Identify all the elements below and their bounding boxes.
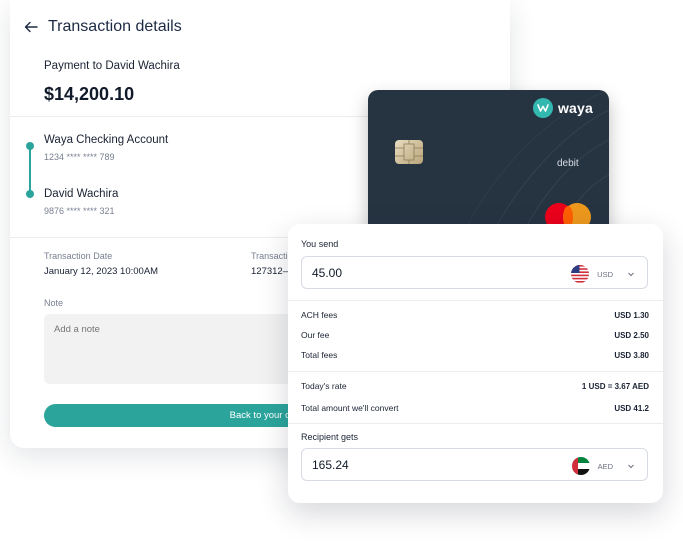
to-account-name: David Wachira — [44, 188, 119, 200]
our-fee-value: USD 2.50 — [614, 331, 649, 340]
uae-flag-icon — [571, 457, 590, 475]
page-title: Transaction details — [48, 18, 182, 35]
from-account-number: 1234 **** **** 789 — [44, 152, 115, 162]
transaction-date-value: January 12, 2023 10:00AM — [44, 266, 159, 277]
total-fees-label: Total fees — [301, 350, 338, 360]
payee-line: Payment to David Wachira — [44, 60, 180, 72]
divider — [288, 371, 663, 372]
note-label: Note — [44, 298, 64, 308]
recipient-gets-label: Recipient gets — [301, 432, 359, 442]
rate-label: Today's rate — [301, 381, 347, 391]
card-chip-icon — [395, 140, 423, 164]
transaction-date-label: Transaction Date — [44, 251, 113, 261]
timeline-dot-from — [26, 142, 34, 150]
to-account-number: 9876 **** **** 321 — [44, 206, 115, 216]
chevron-down-icon — [628, 272, 634, 277]
card-brand: waya — [557, 100, 593, 116]
receive-currency-select[interactable]: AED — [571, 457, 635, 475]
transaction-id-label: Transacti — [251, 251, 288, 261]
from-account-name: Waya Checking Account — [44, 134, 169, 146]
ach-fees-label: ACH fees — [301, 310, 338, 320]
debit-card: waya debit — [368, 90, 609, 243]
send-currency-select[interactable]: USD — [571, 265, 635, 283]
ach-fees-value: USD 1.30 — [614, 311, 649, 320]
send-amount-value: 45.00 — [312, 266, 343, 280]
currency-converter-panel: You send 45.00 USD ACH fees USD 1.30 Our… — [288, 224, 663, 503]
send-currency-code: USD — [597, 269, 613, 279]
timeline-line — [29, 146, 31, 194]
divider — [288, 423, 663, 424]
total-fees-value: USD 3.80 — [614, 351, 649, 360]
you-send-label: You send — [301, 239, 339, 249]
chevron-down-icon — [628, 464, 634, 469]
timeline-dot-to — [26, 190, 34, 198]
transaction-amount: $14,200.10 — [44, 84, 135, 104]
receive-currency-code: AED — [597, 461, 613, 471]
waya-logo-icon — [532, 98, 553, 118]
our-fee-label: Our fee — [301, 330, 330, 340]
receive-amount-field[interactable]: 165.24 AED — [301, 448, 648, 481]
header: Transaction details — [24, 18, 182, 36]
waya-logo: waya — [532, 98, 593, 118]
convert-amount-value: USD 41.2 — [614, 404, 649, 413]
rate-value: 1 USD = 3.67 AED — [581, 382, 649, 391]
divider — [288, 300, 663, 301]
card-type: debit — [557, 158, 579, 169]
receive-amount-value: 165.24 — [312, 458, 349, 472]
back-arrow-icon[interactable] — [24, 20, 38, 34]
convert-amount-label: Total amount we'll convert — [301, 403, 399, 413]
send-amount-field[interactable]: 45.00 USD — [301, 256, 648, 289]
us-flag-icon — [571, 265, 590, 283]
